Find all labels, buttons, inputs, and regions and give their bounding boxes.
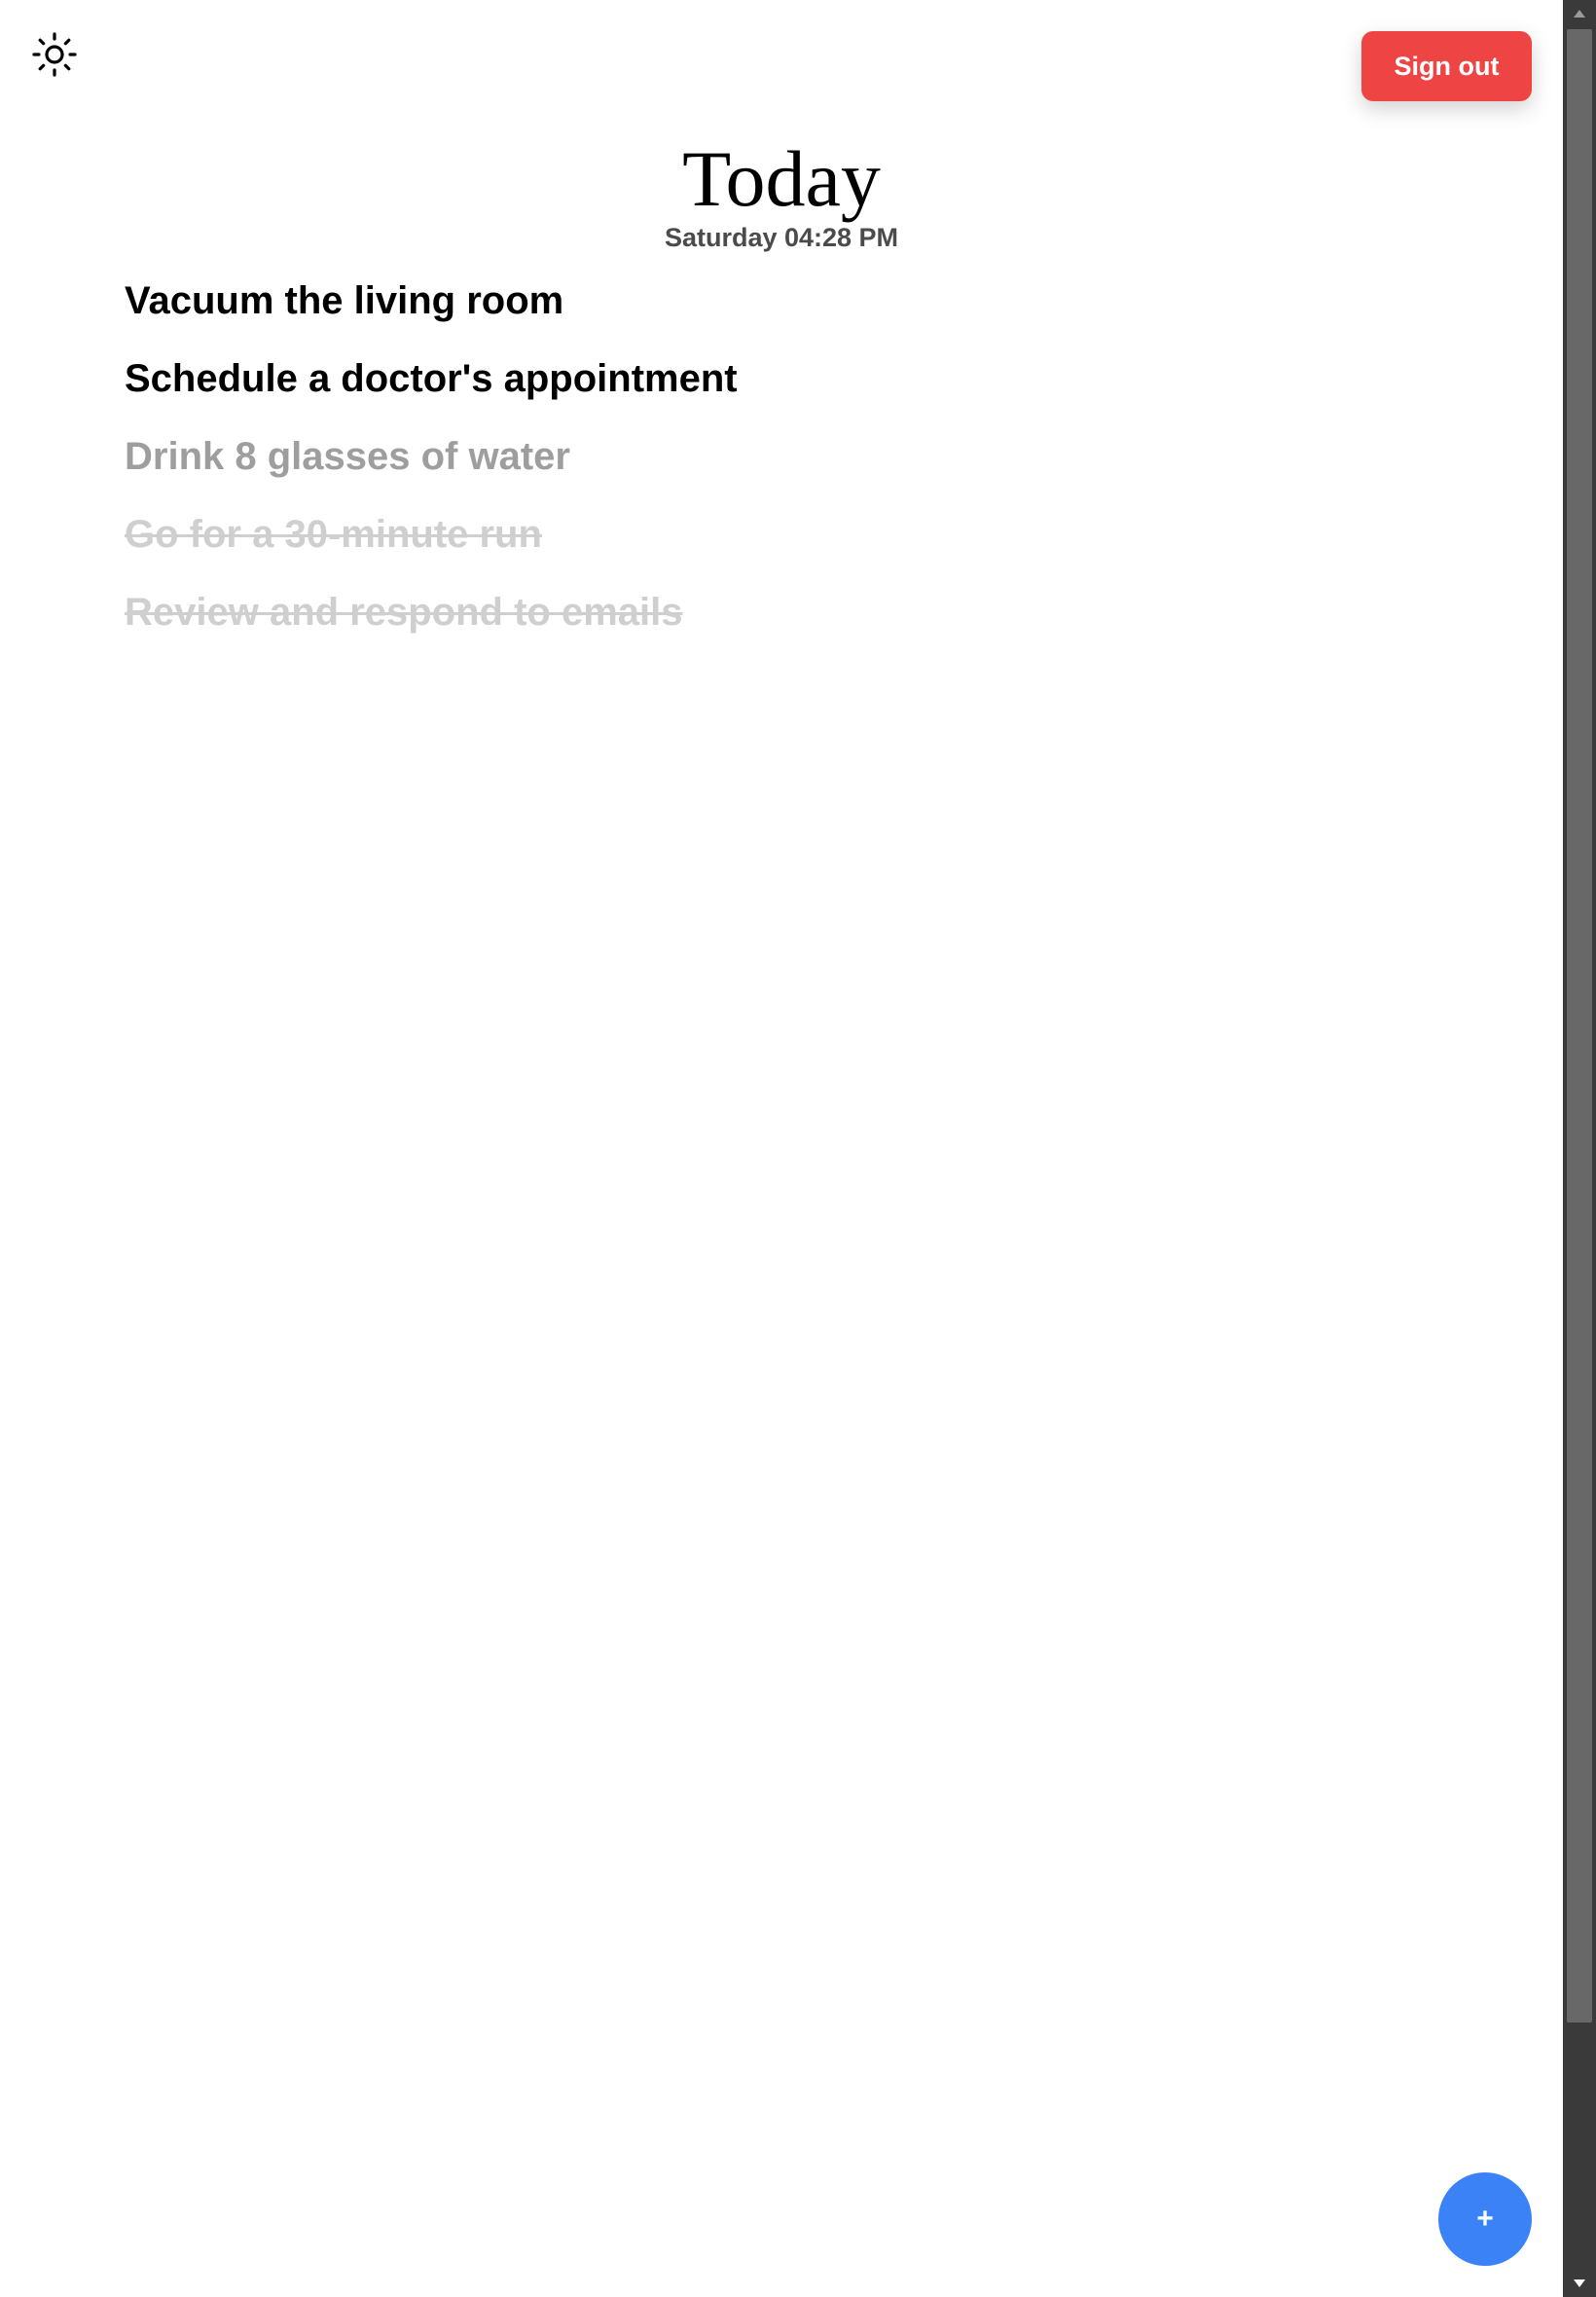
add-task-button[interactable]: + [1438,2172,1532,2266]
task-item-completed[interactable]: Go for a 30-minute run [125,508,738,586]
scroll-down-arrow-icon[interactable] [1563,2270,1596,2297]
scroll-up-arrow-icon[interactable] [1563,0,1596,27]
theme-toggle-button[interactable] [27,27,82,82]
current-datetime: Saturday 04:28 PM [664,223,899,252]
page: Sign out Today Saturday 04:28 PM Vacuum … [0,0,1596,2297]
task-item[interactable]: Schedule a doctor's appointment [125,352,738,430]
sign-out-button[interactable]: Sign out [1361,31,1532,101]
page-title: Today [682,134,881,223]
sun-icon [32,32,77,77]
task-item[interactable]: Drink 8 glasses of water [125,430,738,508]
scrollbar-thumb[interactable] [1567,29,1592,2023]
task-item-completed[interactable]: Review and respond to emails [125,586,738,664]
task-item[interactable]: Vacuum the living room [125,274,738,352]
vertical-scrollbar[interactable] [1563,0,1596,2297]
task-list: Vacuum the living room Schedule a doctor… [125,274,738,664]
